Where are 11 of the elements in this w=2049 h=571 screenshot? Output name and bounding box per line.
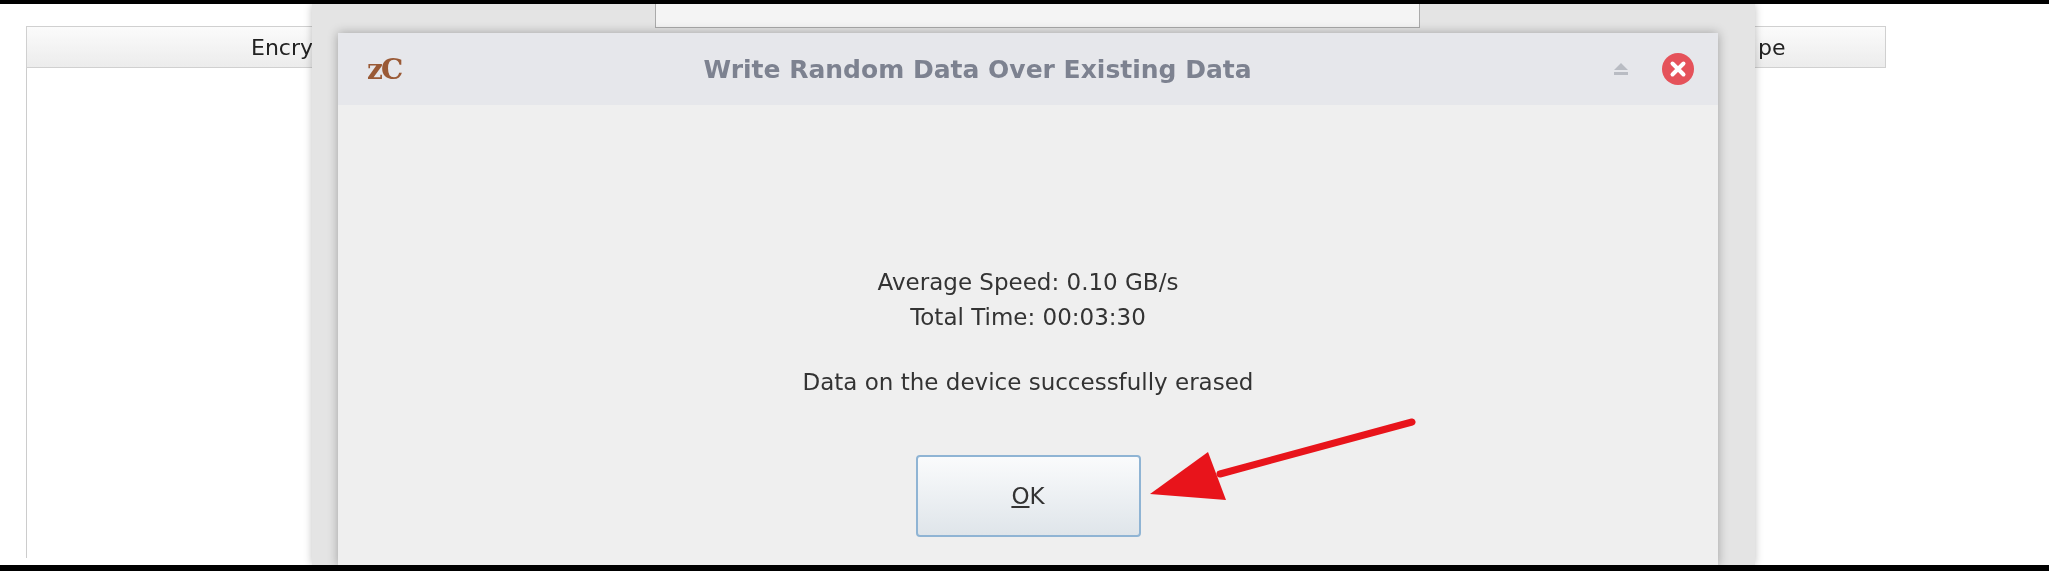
column-header[interactable]: pe bbox=[1758, 27, 1878, 67]
input-field[interactable] bbox=[655, 4, 1420, 28]
status-text: Total Time: 00:03:30 bbox=[910, 303, 1146, 332]
ok-button[interactable]: OK bbox=[915, 455, 1141, 537]
eject-icon[interactable] bbox=[1614, 63, 1628, 75]
message-text: Data on the device successfully erased bbox=[802, 369, 1254, 395]
close-icon[interactable] bbox=[1662, 53, 1694, 85]
column-header[interactable]: Encry bbox=[27, 27, 313, 67]
status-text: Average Speed: 0.10 GB/s bbox=[877, 268, 1179, 297]
app-logo: zC bbox=[367, 52, 402, 86]
window-title: Write Random Data Over Existing Data bbox=[702, 54, 1253, 84]
